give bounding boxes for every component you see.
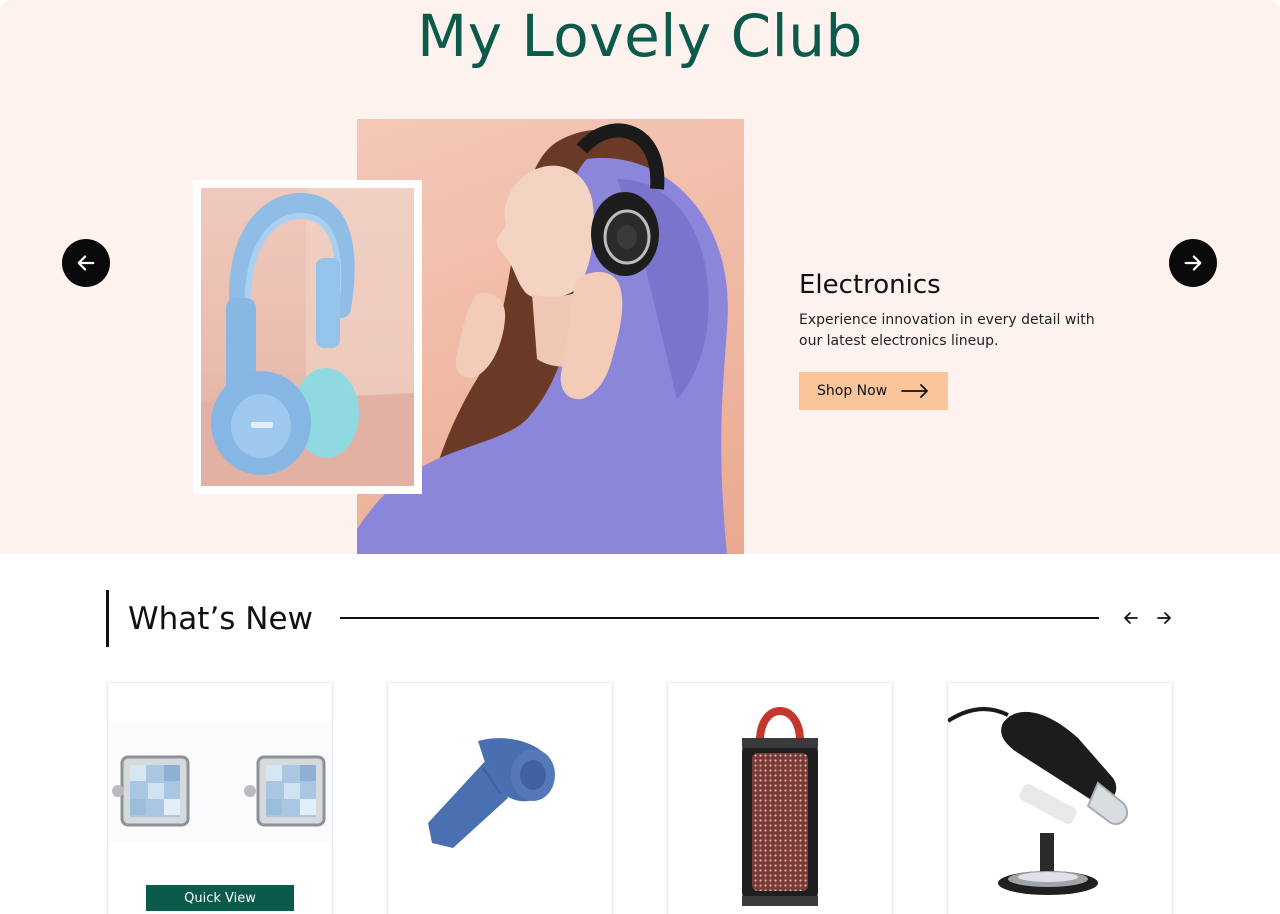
hero-prev-button[interactable]	[62, 239, 110, 287]
digital-microscope-photo	[948, 707, 1129, 895]
quick-view-button[interactable]: Quick View	[146, 885, 294, 911]
hero-description: Experience innovation in every detail wi…	[799, 312, 1095, 349]
arrow-right-icon	[1157, 612, 1171, 624]
blue-headphones-photo	[193, 180, 422, 494]
product-card[interactable]: Quick View	[108, 683, 332, 914]
arrow-left-icon	[77, 255, 95, 271]
whats-new-title: What’s New	[128, 601, 313, 637]
whats-new-prev-button[interactable]	[1120, 606, 1142, 630]
site-title: My Lovely Club	[417, 2, 863, 70]
blue-tie-photo	[428, 738, 555, 848]
whats-new-next-button[interactable]	[1153, 606, 1175, 630]
shop-now-button[interactable]: Shop Now	[799, 372, 948, 410]
hero-next-button[interactable]	[1169, 239, 1217, 287]
section-divider	[340, 617, 1099, 619]
section-accent-bar	[106, 590, 109, 647]
hero-text-block: Electronics Experience innovation in eve…	[799, 268, 1119, 352]
product-card[interactable]	[388, 683, 612, 914]
product-card[interactable]	[948, 683, 1172, 914]
arrow-right-icon	[1184, 255, 1202, 271]
portable-speaker-photo	[742, 707, 818, 906]
hero-banner: My Lovely Club Electronics Experience in…	[0, 0, 1280, 554]
product-card[interactable]	[668, 683, 892, 914]
arrow-right-icon	[901, 384, 929, 398]
cufflinks-photo	[108, 723, 332, 843]
arrow-left-icon	[1124, 612, 1138, 624]
shop-now-label: Shop Now	[817, 383, 888, 399]
hero-heading: Electronics	[799, 270, 941, 300]
